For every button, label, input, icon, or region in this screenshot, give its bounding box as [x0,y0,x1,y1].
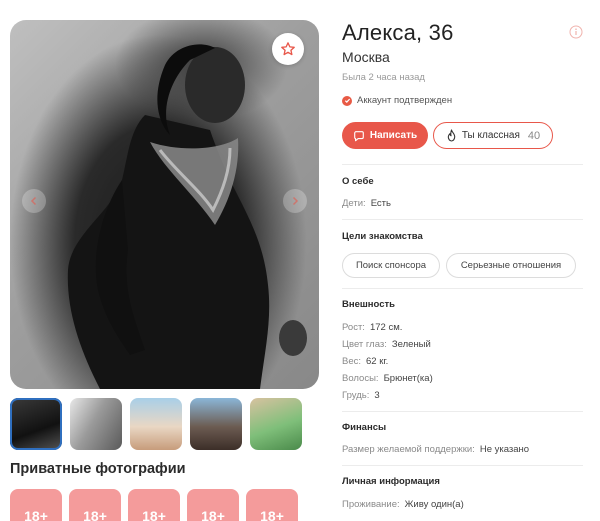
height-value: 172 см. [369,322,403,333]
appearance-section-title: Внешность [342,299,395,310]
hair-value: Брюнет(ка) [383,373,433,384]
finance-section-title: Финансы [342,422,387,433]
private-photo-card[interactable]: 18+ [187,489,239,521]
personal-section-title: Личная информация [342,476,440,487]
photo-figure [67,44,307,389]
info-icon [569,25,583,39]
private-photo-card[interactable]: 18+ [10,489,62,521]
flame-icon [447,129,456,142]
adult-badge: 18+ [83,508,107,521]
thumbnail-photo[interactable] [190,398,242,450]
private-photo-card[interactable]: 18+ [69,489,121,521]
support-key: Размер желаемой поддержки: [342,444,475,455]
children-key: Дети: [342,198,366,209]
weight-row: Вес: 62 кг. [342,356,388,367]
prev-photo-button[interactable] [22,189,46,213]
height-key: Рост: [342,322,365,333]
private-photo-card[interactable]: 18+ [128,489,180,521]
adult-badge: 18+ [24,508,48,521]
star-icon [281,42,295,56]
about-section-title: О себе [342,176,374,187]
profile-name: Алекса, 36 [342,20,454,45]
children-row: Дети: Есть [342,198,391,209]
thumbnail-photo[interactable] [70,398,122,450]
check-icon [342,95,352,106]
adult-badge: 18+ [142,508,166,521]
compliment-label: Ты классная [461,130,520,141]
chat-icon [354,130,364,141]
private-photo-card[interactable]: 18+ [246,489,298,521]
info-button[interactable] [569,25,583,44]
verified-label: Аккаунт подтвержден [357,95,453,106]
chevron-right-icon [292,196,299,206]
bust-key: Грудь: [342,390,370,401]
compliment-count: 40 [527,129,541,142]
eye-color-row: Цвет глаз: Зеленый [342,339,431,350]
divider [342,219,583,220]
photo-thumbnails [10,398,302,450]
private-photos-row: 18+ 18+ 18+ 18+ 18+ [10,489,298,521]
favorite-button[interactable] [272,33,304,65]
weight-value: 62 кг. [366,356,389,367]
next-photo-button[interactable] [283,189,307,213]
divider [342,288,583,289]
living-key: Проживание: [342,499,400,510]
bust-value: 3 [374,390,380,401]
verified-badge: Аккаунт подтвержден [342,95,452,106]
thumbnail-photo[interactable] [130,398,182,450]
chevron-left-icon [30,196,37,206]
divider [342,465,583,466]
living-row: Проживание: Живу один(а) [342,499,464,510]
weight-key: Вес: [342,356,362,367]
write-message-label: Написать [369,130,418,141]
eye-color-value: Зеленый [391,339,431,350]
profile-city: Москва [342,49,390,65]
adult-badge: 18+ [201,508,225,521]
hair-key: Волосы: [342,373,379,384]
height-row: Рост: 172 см. [342,322,402,333]
thumbnail-photo[interactable] [10,398,62,450]
main-profile-photo[interactable] [10,20,319,389]
goal-chip: Поиск спонсора [342,253,440,278]
goal-chip: Серьезные отношения [446,253,576,278]
write-message-button[interactable]: Написать [342,122,428,149]
divider [342,411,583,412]
adult-badge: 18+ [260,508,284,521]
bust-row: Грудь: 3 [342,390,380,401]
private-photos-title: Приватные фотографии [10,461,186,477]
hair-row: Волосы: Брюнет(ка) [342,373,433,384]
support-value: Не указано [479,444,530,455]
living-value: Живу один(а) [404,499,464,510]
compliment-button[interactable]: Ты классная 40 [433,122,553,149]
support-row: Размер желаемой поддержки: Не указано [342,444,529,455]
last-seen-status: Была 2 часа назад [342,72,425,83]
children-value: Есть [370,198,391,209]
eye-color-key: Цвет глаз: [342,339,387,350]
divider [342,164,583,165]
goals-section-title: Цели знакомства [342,231,423,242]
thumbnail-photo[interactable] [250,398,302,450]
